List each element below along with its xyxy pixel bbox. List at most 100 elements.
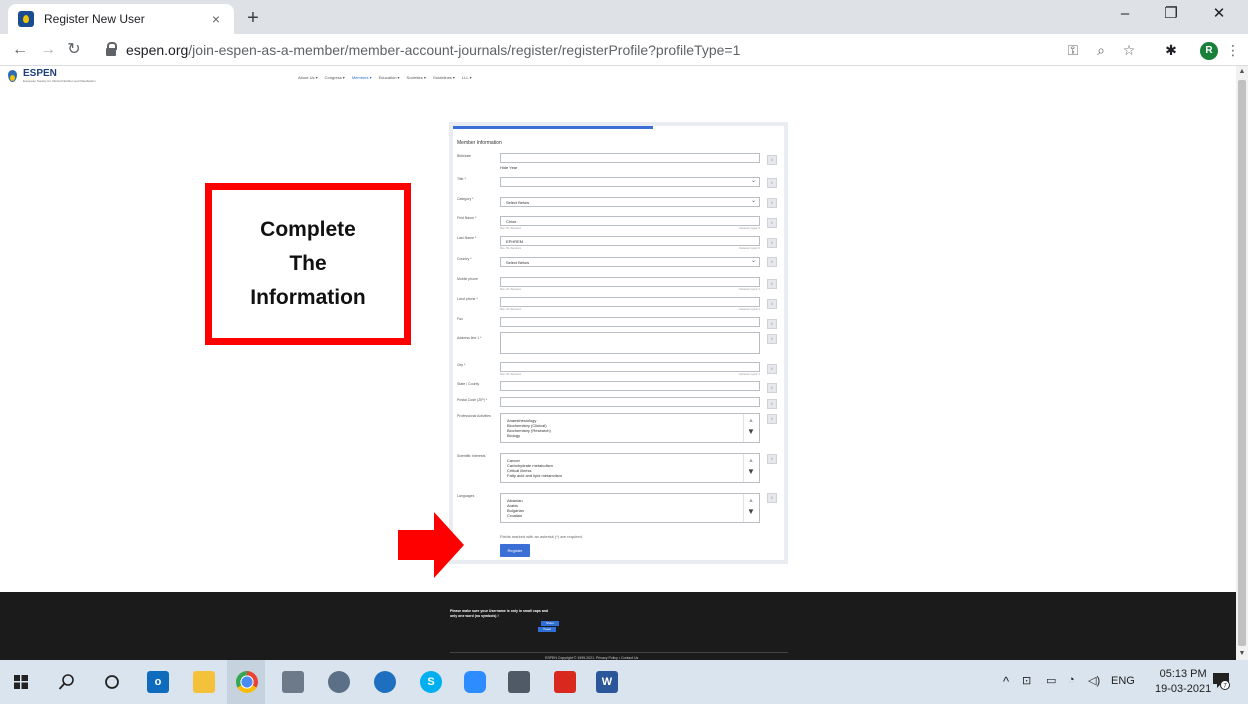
- scroll-up-icon[interactable]: ▲: [1236, 66, 1248, 78]
- forward-arrow-icon[interactable]: →: [36, 39, 60, 61]
- extensions-puzzle-icon[interactable]: ✱: [1160, 39, 1182, 61]
- scroll-up-icon[interactable]: ▲: [748, 418, 754, 424]
- acrobat-icon[interactable]: [554, 671, 576, 693]
- cortana-icon[interactable]: [104, 674, 120, 690]
- scroll-down-icon[interactable]: ▼: [747, 468, 755, 476]
- professional-listbox[interactable]: Anaesthesiology Biochemistry (Clinical) …: [500, 413, 760, 443]
- new-tab-button[interactable]: +: [240, 6, 266, 32]
- category-select[interactable]: Select Below: [500, 197, 760, 207]
- last-name-info-button[interactable]: i: [767, 238, 777, 248]
- scroll-up-icon[interactable]: ▲: [748, 458, 754, 464]
- nav-guidelines[interactable]: Guidelines ▾: [433, 75, 455, 80]
- listbox-scrollbar[interactable]: ▲ ▼: [743, 494, 759, 522]
- word-icon[interactable]: W: [596, 671, 618, 693]
- back-arrow-icon[interactable]: ←: [8, 39, 32, 61]
- country-info-button[interactable]: i: [767, 257, 777, 267]
- listbox-scrollbar[interactable]: ▲ ▼: [743, 454, 759, 482]
- scroll-up-icon[interactable]: ▲: [748, 498, 754, 504]
- languages-info-button[interactable]: i: [767, 493, 777, 503]
- nav-societies[interactable]: Societies ▾: [407, 75, 426, 80]
- page-scrollbar[interactable]: ▲ ▼: [1236, 66, 1248, 660]
- paint-icon[interactable]: [282, 671, 304, 693]
- espen-logo[interactable]: ESPEN European Society for Clinical Nutr…: [8, 69, 96, 83]
- title-info-button[interactable]: i: [767, 178, 777, 188]
- menu-kebab-icon[interactable]: ⋮: [1222, 39, 1244, 61]
- listbox-scrollbar[interactable]: ▲ ▼: [743, 414, 759, 442]
- scroll-down-icon[interactable]: ▼: [1236, 648, 1248, 660]
- last-name-input[interactable]: EPHREM: [500, 236, 760, 246]
- nav-congress[interactable]: Congress ▾: [325, 75, 345, 80]
- last-name-label: Last Name *: [457, 236, 477, 240]
- wifi-icon[interactable]: ◔: [1068, 674, 1075, 686]
- windows-start-icon[interactable]: [14, 675, 28, 689]
- volume-icon[interactable]: ◁): [1088, 674, 1100, 687]
- nav-education[interactable]: Education ▾: [379, 75, 400, 80]
- professional-info-button[interactable]: i: [767, 414, 777, 424]
- nav-lll[interactable]: LLL ▾: [462, 75, 472, 80]
- hide-year-checkbox[interactable]: Hide Year: [500, 165, 760, 170]
- list-item[interactable]: Croatian: [507, 513, 753, 518]
- taskbar-clock[interactable]: 05:13 PM 19-03-2021: [1155, 667, 1211, 697]
- url-input[interactable]: espen.org/join-espen-as-a-member/member-…: [106, 38, 1106, 62]
- address-info-button[interactable]: i: [767, 334, 777, 344]
- category-info-button[interactable]: i: [767, 198, 777, 208]
- outlook-icon[interactable]: o: [147, 671, 169, 693]
- scroll-down-icon[interactable]: ▼: [747, 508, 755, 516]
- bookmark-star-icon[interactable]: ☆: [1118, 39, 1140, 61]
- birthdate-input[interactable]: [500, 153, 760, 163]
- land-phone-input[interactable]: [500, 297, 760, 307]
- state-info-button[interactable]: i: [767, 383, 777, 393]
- minimize-button[interactable]: –: [1102, 0, 1148, 30]
- postal-info-button[interactable]: i: [767, 399, 777, 409]
- close-window-button[interactable]: ✕: [1196, 0, 1242, 30]
- scroll-down-icon[interactable]: ▼: [747, 428, 755, 436]
- mobile-info-button[interactable]: i: [767, 279, 777, 289]
- fax-input[interactable]: [500, 317, 760, 327]
- active-tab[interactable]: Register New User ×: [8, 4, 234, 34]
- nav-about[interactable]: About Us ▾: [298, 75, 318, 80]
- file-explorer-icon[interactable]: [193, 671, 215, 693]
- share-button[interactable]: Share: [541, 621, 559, 626]
- tray-chevron-icon[interactable]: ^: [1003, 674, 1009, 689]
- reload-icon[interactable]: ↻: [62, 39, 86, 61]
- search-icon[interactable]: [58, 673, 76, 691]
- app-icon[interactable]: [328, 671, 350, 693]
- skype-icon[interactable]: S: [420, 671, 442, 693]
- languages-listbox[interactable]: Albanian Arabic Bulgarian Croatian ▲ ▼: [500, 493, 760, 523]
- scrollbar-thumb[interactable]: [1238, 80, 1246, 646]
- state-input[interactable]: [500, 381, 760, 391]
- language-indicator[interactable]: ENG: [1111, 675, 1135, 687]
- zoom-app-icon[interactable]: [464, 671, 486, 693]
- scientific-info-button[interactable]: i: [767, 454, 777, 464]
- tab-close-icon[interactable]: ×: [208, 11, 224, 27]
- birthdate-info-button[interactable]: i: [767, 155, 777, 165]
- address-textarea[interactable]: [500, 332, 760, 354]
- battery-icon[interactable]: ▭: [1046, 674, 1056, 687]
- title-select[interactable]: [500, 177, 760, 187]
- country-select[interactable]: Select Below: [500, 257, 760, 267]
- list-item[interactable]: Biology: [507, 433, 753, 438]
- calculator-icon[interactable]: [508, 671, 530, 693]
- list-item[interactable]: Fatty acid and lipid metabolism: [507, 473, 753, 478]
- restore-button[interactable]: ❐: [1148, 0, 1194, 30]
- zoom-icon[interactable]: ⌕: [1090, 39, 1112, 61]
- first-name-input[interactable]: Chloe: [500, 216, 760, 226]
- key-icon[interactable]: ⚿: [1062, 39, 1084, 61]
- meet-now-icon[interactable]: ⊡: [1022, 674, 1031, 687]
- nav-members[interactable]: Members ▾: [352, 75, 372, 80]
- register-button[interactable]: Register: [500, 544, 530, 557]
- postal-input[interactable]: [500, 397, 760, 407]
- mobile-input[interactable]: [500, 277, 760, 287]
- lock-icon[interactable]: [106, 42, 117, 56]
- scientific-listbox[interactable]: Cancer Carbohydrate metabolism Critical …: [500, 453, 760, 483]
- chrome-icon[interactable]: [236, 671, 258, 693]
- notification-center-icon[interactable]: 7: [1212, 672, 1230, 690]
- camera-app-icon[interactable]: [374, 671, 396, 693]
- fax-info-button[interactable]: i: [767, 319, 777, 329]
- tweet-button[interactable]: Tweet: [538, 627, 556, 632]
- first-name-info-button[interactable]: i: [767, 218, 777, 228]
- profile-avatar[interactable]: R: [1200, 42, 1218, 60]
- city-info-button[interactable]: i: [767, 364, 777, 374]
- land-phone-info-button[interactable]: i: [767, 299, 777, 309]
- city-input[interactable]: [500, 362, 760, 372]
